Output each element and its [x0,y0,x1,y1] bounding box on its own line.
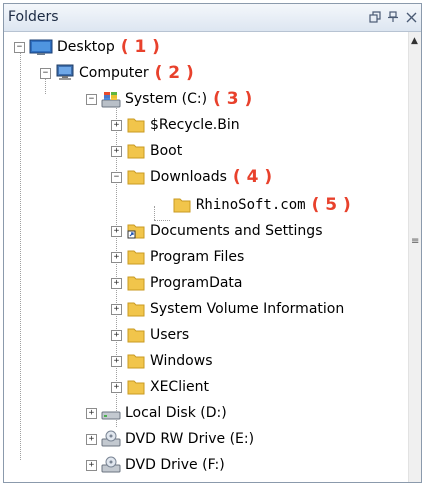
tree-node-dvd-drive-f[interactable]: + DVD Drive (F:) [86,452,225,478]
folder-tree: − Desktop ( 1 ) − Computer ( 2 ) − Syste… [4,32,409,482]
expand-toggle[interactable]: + [111,329,122,341]
tree-node-label: Local Disk (D:) [125,405,227,421]
tree-node-system-volume-information[interactable]: + System Volume Information [111,296,344,322]
tree-node-program-files[interactable]: + Program Files [111,244,244,270]
tree-node-label: DVD Drive (F:) [125,457,225,473]
tree-node-xeclient[interactable]: + XEClient [111,374,209,400]
tree-node-label: Documents and Settings [150,223,323,239]
tree-node-users[interactable]: + Users [111,322,189,348]
tree-node-label: Program Files [150,249,245,265]
tree-node-label: System (C:) [125,91,208,107]
shortcut-folder-icon [127,224,145,239]
collapse-toggle[interactable]: − [111,171,122,183]
annotation-marker: ( 1 ) [120,37,160,57]
tree-node-system-c[interactable]: − System (C:) ( 3 ) [86,86,252,112]
tree-node-rhinosoft[interactable]: RhinoSoft.com ( 5 ) [172,192,351,218]
folder-icon [127,118,145,133]
folder-icon [127,302,145,317]
expand-toggle[interactable]: + [111,145,122,157]
tree-node-local-disk-d[interactable]: + Local Disk (D:) [86,400,227,426]
expand-toggle[interactable]: + [111,303,122,315]
tree-node-label: ProgramData [150,275,243,291]
float-window-icon [369,11,381,23]
annotation-marker: ( 5 ) [311,195,351,215]
dvd-drive-icon [101,430,121,447]
annotation-marker: ( 4 ) [232,167,273,187]
panel-title: Folders [8,9,59,25]
annotation-marker: ( 2 ) [154,63,194,83]
tree-node-label: Boot [150,143,183,159]
scroll-grip-icon[interactable]: ≡ [411,237,419,247]
folder-icon [127,380,145,395]
tree-node-label: System Volume Information [150,301,345,317]
tree-node-dvd-rw-drive-e[interactable]: + DVD RW Drive (E:) [86,426,254,452]
vertical-scrollbar[interactable]: ▲ ≡ [408,32,421,482]
panel-titlebar: Folders [4,4,421,32]
folder-icon [173,198,191,213]
tree-node-recycle-bin[interactable]: + $Recycle.Bin [111,112,240,138]
expand-toggle[interactable]: + [86,433,97,445]
folder-icon [127,354,145,369]
tree-node-label: XEClient [150,379,209,395]
expand-toggle[interactable]: + [111,251,122,263]
pin-icon [388,11,398,22]
expand-toggle[interactable]: + [111,119,122,131]
tree-line [20,50,21,460]
expand-toggle[interactable]: + [111,225,122,237]
tree-node-documents-and-settings[interactable]: + Documents and Settings [111,218,322,244]
expand-toggle[interactable]: + [111,277,122,289]
scroll-up-arrow-icon[interactable]: ▲ [411,36,418,46]
folder-icon [127,250,145,265]
folder-icon [127,276,145,291]
tree-node-label: Computer [79,65,149,81]
float-window-button[interactable] [366,8,384,26]
computer-icon [56,64,74,80]
tree-node-label: DVD RW Drive (E:) [125,431,255,447]
expand-toggle[interactable]: + [111,381,122,393]
pin-button[interactable] [384,8,402,26]
hard-disk-icon [101,411,121,420]
close-icon [406,12,416,22]
tree-node-windows[interactable]: + Windows [111,348,213,374]
dvd-drive-icon [101,456,121,473]
tree-node-label: Users [150,327,190,343]
desktop-icon [29,39,53,55]
collapse-toggle[interactable]: − [14,41,25,53]
tree-node-downloads[interactable]: − Downloads ( 4 ) [111,164,272,190]
expand-toggle[interactable]: + [86,459,97,471]
collapse-toggle[interactable]: − [40,67,51,79]
folders-panel: Folders − Desktop (1) − Computer (2)… [3,3,422,483]
tree-node-label: Downloads [150,169,227,185]
collapse-toggle[interactable]: − [86,93,97,105]
tree-node-label: $Recycle.Bin [150,117,240,133]
expand-toggle[interactable]: + [111,355,122,367]
tree-node-computer[interactable]: − Computer ( 2 ) [40,60,194,86]
folder-icon [127,144,145,159]
folder-icon [127,170,145,185]
expand-toggle[interactable]: + [86,407,97,419]
tree-node-label: RhinoSoft.com [196,197,306,213]
tree-node-label: Desktop [57,39,115,55]
system-drive-icon [101,92,121,108]
annotation-marker: ( 3 ) [213,89,253,109]
tree-node-boot[interactable]: + Boot [111,138,182,164]
close-button[interactable] [402,8,420,26]
folder-icon [127,328,145,343]
tree-node-label: Windows [150,353,213,369]
tree-node-programdata[interactable]: + ProgramData [111,270,243,296]
tree-node-desktop[interactable]: − Desktop ( 1 ) [14,34,160,60]
